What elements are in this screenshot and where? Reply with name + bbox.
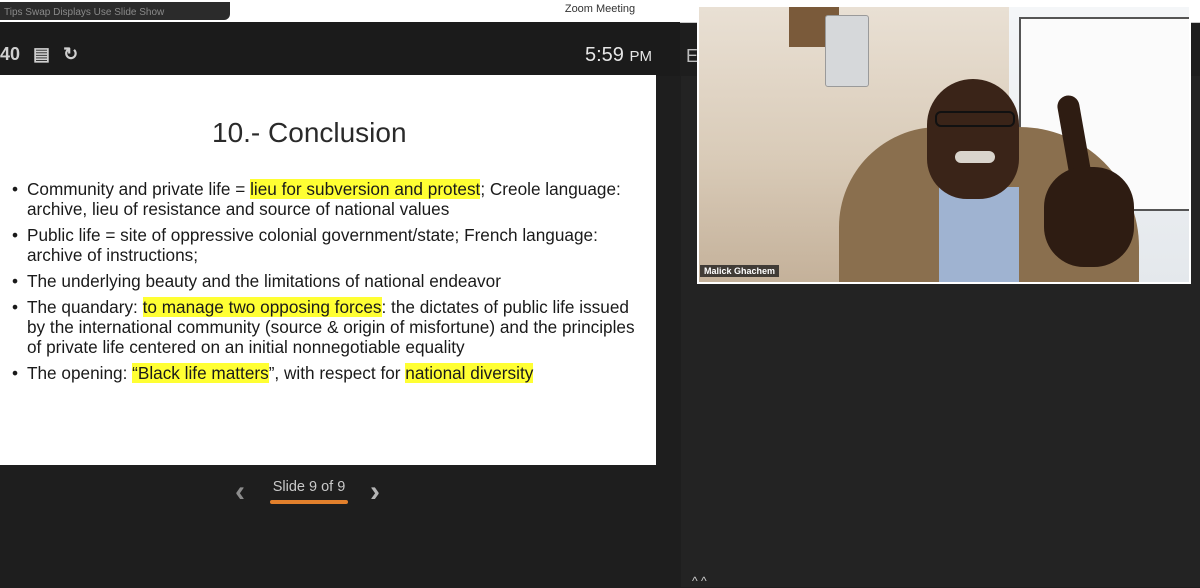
bullet-text: Public life = site of oppressive colonia…	[27, 225, 598, 265]
toolbar-fragment-text: 40	[0, 44, 21, 64]
participant-name-tag: Malick Ghachem	[700, 265, 780, 277]
next-slide-icon[interactable]: ›	[365, 475, 385, 509]
bullet-text: The underlying beauty and the limitation…	[27, 271, 501, 291]
current-slide: 10.- Conclusion Community and private li…	[0, 75, 656, 465]
bullet-item: The underlying beauty and the limitation…	[10, 271, 650, 291]
participant-glasses	[935, 111, 1015, 127]
toolbar-icons: 40 ▤ ↻	[0, 44, 86, 65]
bullet-text: The opening:	[27, 363, 133, 383]
bullet-text: The quandary:	[27, 297, 143, 317]
highlighted-text: to manage two opposing forces	[142, 297, 382, 317]
clock: 5:59 PM	[585, 44, 652, 67]
video-background-speaker	[825, 15, 869, 87]
participant-mustache	[955, 151, 995, 163]
highlighted-text: national diversity	[405, 363, 534, 383]
slide-progress-bar	[270, 500, 348, 504]
slide-counter: Slide 9 of 9	[272, 479, 346, 495]
slide-title: 10.- Conclusion	[212, 117, 407, 148]
participant-shirt	[939, 187, 1019, 282]
bullet-item: The opening: “Black life matters”, with …	[10, 363, 650, 383]
participant-hand	[1044, 167, 1134, 267]
highlighted-text: “Black life matters	[132, 363, 269, 383]
bullet-text: ”, with respect for	[268, 363, 406, 383]
bullet-list: Community and private life = lieu for su…	[10, 179, 650, 389]
bullet-item: The quandary: to manage two opposing for…	[10, 297, 650, 357]
slides-grid-icon[interactable]: ▤	[33, 44, 50, 64]
clock-period: PM	[629, 48, 653, 65]
highlighted-text: lieu for subversion and protest	[250, 179, 481, 199]
participant-video[interactable]	[697, 5, 1191, 284]
slide-navigation: ‹ Slide 9 of 9 ›	[230, 475, 390, 515]
bullet-item: Community and private life = lieu for su…	[10, 179, 650, 219]
bottom-controls[interactable]: ^ ^	[692, 574, 707, 588]
clock-time: 5:59	[585, 44, 624, 66]
refresh-icon[interactable]: ↻	[63, 44, 78, 64]
previous-slide-icon[interactable]: ‹	[230, 475, 250, 509]
presenter-toolbar: 40 ▤ ↻	[0, 22, 680, 76]
participant-head	[927, 79, 1019, 199]
bullet-item: Public life = site of oppressive colonia…	[10, 225, 650, 265]
bullet-text: Community and private life =	[27, 179, 251, 199]
